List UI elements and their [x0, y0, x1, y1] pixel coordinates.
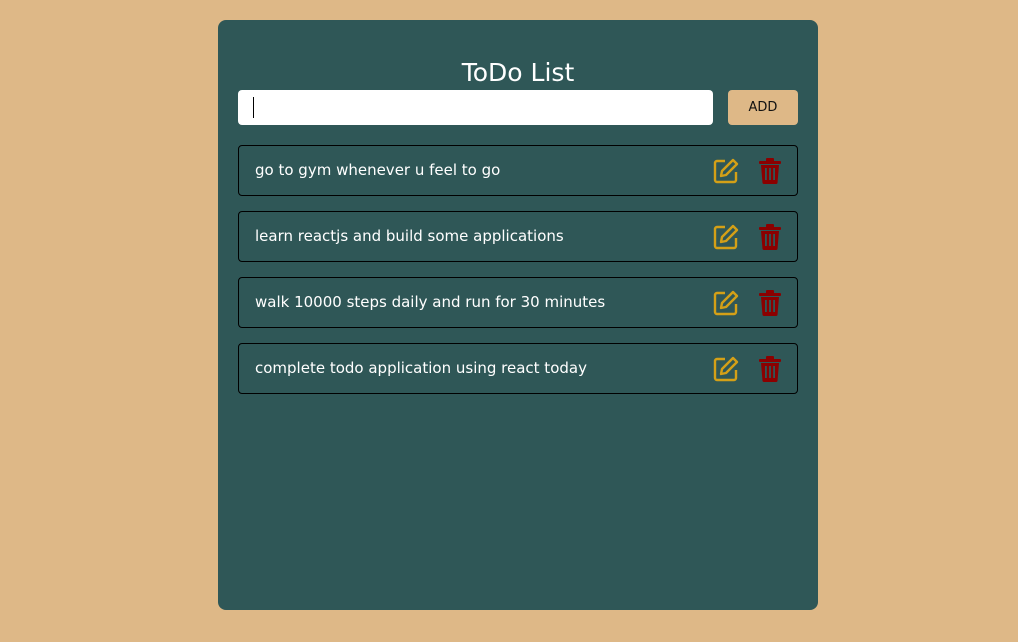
todo-text: walk 10000 steps daily and run for 30 mi… — [255, 293, 606, 311]
todo-item: complete todo application using react to… — [238, 343, 798, 394]
trash-icon[interactable] — [759, 356, 781, 382]
todo-text: complete todo application using react to… — [255, 359, 587, 377]
todo-text: learn reactjs and build some application… — [255, 227, 564, 245]
trash-icon[interactable] — [759, 224, 781, 250]
todo-text: go to gym whenever u feel to go — [255, 161, 501, 179]
todo-item: learn reactjs and build some application… — [238, 211, 798, 262]
todo-list: go to gym whenever u feel to go learn re… — [238, 145, 798, 409]
text-cursor — [253, 97, 254, 118]
edit-icon[interactable] — [713, 224, 739, 250]
trash-icon[interactable] — [759, 158, 781, 184]
todo-item: go to gym whenever u feel to go — [238, 145, 798, 196]
todo-input[interactable] — [238, 90, 713, 125]
edit-icon[interactable] — [713, 290, 739, 316]
trash-icon[interactable] — [759, 290, 781, 316]
edit-icon[interactable] — [713, 356, 739, 382]
todo-item: walk 10000 steps daily and run for 30 mi… — [238, 277, 798, 328]
add-button[interactable]: ADD — [728, 90, 798, 125]
edit-icon[interactable] — [713, 158, 739, 184]
todo-card: ToDo List ADD go to gym whenever u feel … — [218, 20, 818, 610]
page-title: ToDo List — [461, 58, 575, 87]
